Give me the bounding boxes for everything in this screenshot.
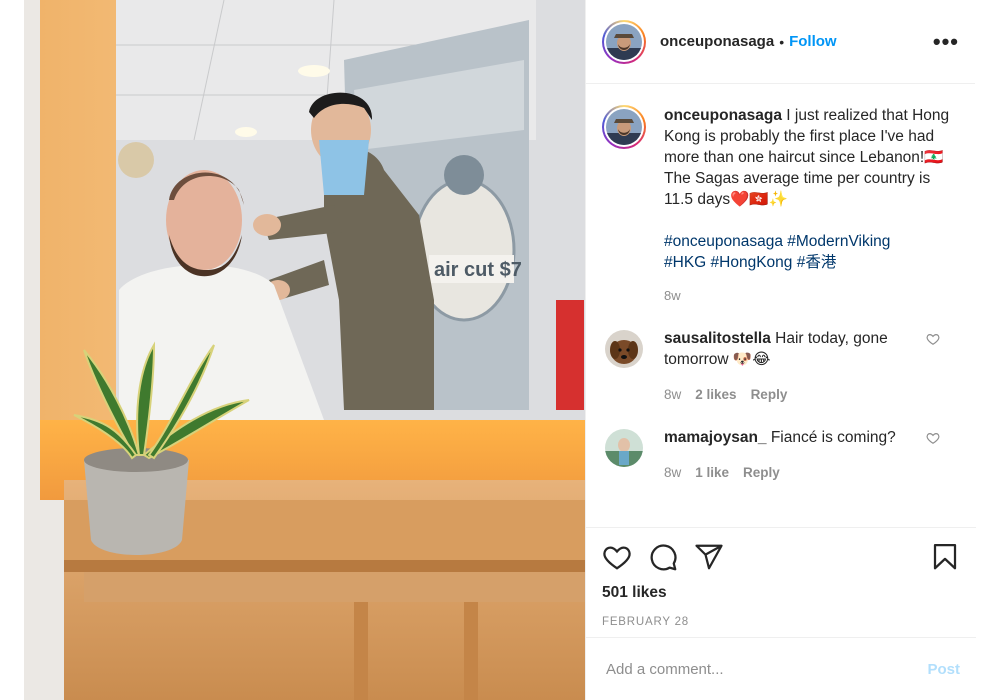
bookmark-icon[interactable]	[930, 542, 960, 572]
post-comment-button[interactable]: Post	[927, 661, 960, 678]
hashtag[interactable]: #HKG	[664, 254, 706, 271]
comment-meta: 8w 2 likes Reply	[664, 384, 926, 405]
more-options-icon[interactable]: •••	[933, 30, 959, 52]
commenter-avatar[interactable]	[605, 330, 643, 368]
like-comment-heart-icon[interactable]	[926, 332, 940, 346]
author-avatar[interactable]	[602, 19, 646, 64]
author-username[interactable]: onceuponasaga	[660, 33, 774, 50]
hashtag[interactable]: #HongKong	[711, 254, 793, 271]
barbershop-photo: air cut $7	[24, 0, 585, 700]
post-header: onceuponasaga • Follow •••	[586, 0, 975, 84]
comment-username[interactable]: sausalitostella	[664, 330, 771, 347]
post-actions: 501 likes FEBRUARY 28	[586, 527, 976, 637]
post-sidebar: onceuponasaga • Follow ••• onceuponasaga…	[585, 0, 976, 700]
like-comment-heart-icon[interactable]	[926, 431, 940, 445]
hashtag[interactable]: #ModernViking	[787, 233, 890, 250]
reply-button[interactable]: Reply	[743, 462, 780, 483]
follow-button[interactable]: Follow	[789, 33, 837, 50]
post-photo[interactable]: air cut $7	[24, 0, 585, 700]
comment-item: mamajoysan_ Fiancé is coming? 8w 1 like …	[602, 427, 960, 483]
post-caption: onceuponasaga I just realized that Hong …	[602, 105, 960, 306]
hashtag[interactable]: #香港	[797, 254, 837, 271]
comment-likes[interactable]: 2 likes	[695, 384, 736, 405]
heart-icon[interactable]	[602, 542, 632, 572]
post-date[interactable]: FEBRUARY 28	[602, 616, 960, 628]
hashtag[interactable]: #onceuponasaga	[664, 233, 783, 250]
comment-text: Fiancé is coming?	[766, 429, 896, 446]
action-icons-row	[602, 528, 960, 584]
comments-section[interactable]: onceuponasaga I just realized that Hong …	[586, 85, 976, 527]
caption-text-block: onceuponasaga I just realized that Hong …	[664, 105, 954, 210]
hashtag-list: #onceuponasaga #ModernViking #HKG #HongK…	[664, 231, 954, 273]
comment-meta: 8w 1 like Reply	[664, 462, 926, 483]
commenter-avatar[interactable]	[605, 429, 643, 467]
add-comment-bar: Post	[586, 637, 976, 700]
comment-timestamp[interactable]: 8w	[664, 462, 681, 483]
comment-timestamp[interactable]: 8w	[664, 384, 681, 405]
comment-item: sausalitostella Hair today, gone tomorro…	[602, 328, 960, 405]
caption-timestamp[interactable]: 8w	[664, 285, 954, 306]
share-icon[interactable]	[694, 542, 724, 572]
author-avatar-image	[606, 23, 642, 60]
shop-sign-text: air cut $7	[434, 259, 522, 281]
comment-likes[interactable]: 1 like	[695, 462, 729, 483]
reply-button[interactable]: Reply	[751, 384, 788, 405]
header-separator: •	[779, 33, 785, 50]
comment-input[interactable]	[606, 660, 928, 678]
likes-count[interactable]: 501 likes	[602, 584, 960, 602]
comment-username[interactable]: mamajoysan_	[664, 429, 767, 446]
caption-username[interactable]: onceuponasaga	[664, 107, 782, 124]
comment-icon[interactable]	[648, 542, 678, 572]
caption-avatar-image	[606, 109, 642, 145]
caption-avatar[interactable]	[602, 105, 646, 149]
